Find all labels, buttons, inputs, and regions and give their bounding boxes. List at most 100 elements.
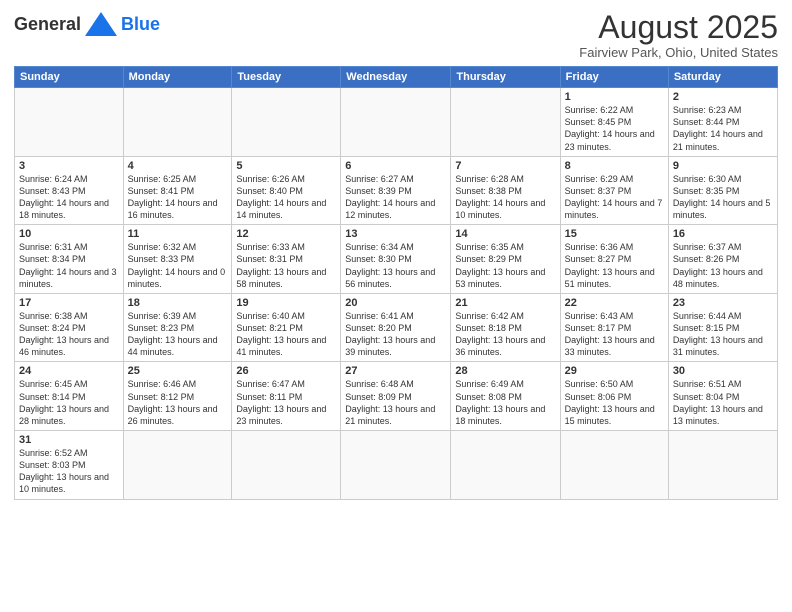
table-row — [451, 431, 560, 500]
col-friday: Friday — [560, 67, 668, 88]
day-info: Sunrise: 6:34 AM Sunset: 8:30 PM Dayligh… — [345, 241, 446, 290]
table-row: 2Sunrise: 6:23 AM Sunset: 8:44 PM Daylig… — [668, 88, 777, 157]
title-area: August 2025 Fairview Park, Ohio, United … — [579, 10, 778, 60]
day-info: Sunrise: 6:40 AM Sunset: 8:21 PM Dayligh… — [236, 310, 336, 359]
day-info: Sunrise: 6:26 AM Sunset: 8:40 PM Dayligh… — [236, 173, 336, 222]
day-info: Sunrise: 6:50 AM Sunset: 8:06 PM Dayligh… — [565, 378, 664, 427]
table-row: 25Sunrise: 6:46 AM Sunset: 8:12 PM Dayli… — [123, 362, 232, 431]
day-info: Sunrise: 6:33 AM Sunset: 8:31 PM Dayligh… — [236, 241, 336, 290]
table-row: 3Sunrise: 6:24 AM Sunset: 8:43 PM Daylig… — [15, 156, 124, 225]
day-number: 20 — [345, 297, 446, 309]
table-row: 29Sunrise: 6:50 AM Sunset: 8:06 PM Dayli… — [560, 362, 668, 431]
logo-general-text: General — [14, 14, 81, 35]
day-info: Sunrise: 6:37 AM Sunset: 8:26 PM Dayligh… — [673, 241, 773, 290]
table-row — [451, 88, 560, 157]
day-info: Sunrise: 6:22 AM Sunset: 8:45 PM Dayligh… — [565, 104, 664, 153]
table-row: 26Sunrise: 6:47 AM Sunset: 8:11 PM Dayli… — [232, 362, 341, 431]
day-number: 4 — [128, 160, 228, 172]
day-number: 16 — [673, 228, 773, 240]
table-row: 7Sunrise: 6:28 AM Sunset: 8:38 PM Daylig… — [451, 156, 560, 225]
day-number: 26 — [236, 365, 336, 377]
day-number: 9 — [673, 160, 773, 172]
table-row — [341, 88, 451, 157]
day-info: Sunrise: 6:30 AM Sunset: 8:35 PM Dayligh… — [673, 173, 773, 222]
col-tuesday: Tuesday — [232, 67, 341, 88]
day-number: 2 — [673, 91, 773, 103]
day-number: 19 — [236, 297, 336, 309]
day-number: 31 — [19, 434, 119, 446]
table-row: 31Sunrise: 6:52 AM Sunset: 8:03 PM Dayli… — [15, 431, 124, 500]
calendar-header-row: Sunday Monday Tuesday Wednesday Thursday… — [15, 67, 778, 88]
table-row: 30Sunrise: 6:51 AM Sunset: 8:04 PM Dayli… — [668, 362, 777, 431]
day-info: Sunrise: 6:52 AM Sunset: 8:03 PM Dayligh… — [19, 447, 119, 496]
table-row: 20Sunrise: 6:41 AM Sunset: 8:20 PM Dayli… — [341, 293, 451, 362]
table-row: 27Sunrise: 6:48 AM Sunset: 8:09 PM Dayli… — [341, 362, 451, 431]
day-info: Sunrise: 6:46 AM Sunset: 8:12 PM Dayligh… — [128, 378, 228, 427]
col-wednesday: Wednesday — [341, 67, 451, 88]
day-info: Sunrise: 6:48 AM Sunset: 8:09 PM Dayligh… — [345, 378, 446, 427]
day-number: 10 — [19, 228, 119, 240]
day-info: Sunrise: 6:42 AM Sunset: 8:18 PM Dayligh… — [455, 310, 555, 359]
logo-blue-text: Blue — [121, 14, 160, 35]
day-info: Sunrise: 6:36 AM Sunset: 8:27 PM Dayligh… — [565, 241, 664, 290]
table-row: 24Sunrise: 6:45 AM Sunset: 8:14 PM Dayli… — [15, 362, 124, 431]
table-row: 21Sunrise: 6:42 AM Sunset: 8:18 PM Dayli… — [451, 293, 560, 362]
table-row — [123, 88, 232, 157]
table-row: 10Sunrise: 6:31 AM Sunset: 8:34 PM Dayli… — [15, 225, 124, 294]
calendar: Sunday Monday Tuesday Wednesday Thursday… — [14, 66, 778, 499]
table-row: 12Sunrise: 6:33 AM Sunset: 8:31 PM Dayli… — [232, 225, 341, 294]
table-row: 6Sunrise: 6:27 AM Sunset: 8:39 PM Daylig… — [341, 156, 451, 225]
logo-icon — [83, 10, 119, 38]
table-row — [232, 431, 341, 500]
day-number: 30 — [673, 365, 773, 377]
table-row: 13Sunrise: 6:34 AM Sunset: 8:30 PM Dayli… — [341, 225, 451, 294]
day-number: 18 — [128, 297, 228, 309]
location: Fairview Park, Ohio, United States — [579, 45, 778, 60]
day-number: 23 — [673, 297, 773, 309]
table-row — [341, 431, 451, 500]
day-info: Sunrise: 6:35 AM Sunset: 8:29 PM Dayligh… — [455, 241, 555, 290]
table-row: 14Sunrise: 6:35 AM Sunset: 8:29 PM Dayli… — [451, 225, 560, 294]
table-row — [560, 431, 668, 500]
day-number: 22 — [565, 297, 664, 309]
table-row: 15Sunrise: 6:36 AM Sunset: 8:27 PM Dayli… — [560, 225, 668, 294]
day-info: Sunrise: 6:51 AM Sunset: 8:04 PM Dayligh… — [673, 378, 773, 427]
day-info: Sunrise: 6:38 AM Sunset: 8:24 PM Dayligh… — [19, 310, 119, 359]
day-info: Sunrise: 6:44 AM Sunset: 8:15 PM Dayligh… — [673, 310, 773, 359]
col-saturday: Saturday — [668, 67, 777, 88]
day-number: 21 — [455, 297, 555, 309]
day-number: 7 — [455, 160, 555, 172]
day-number: 13 — [345, 228, 446, 240]
table-row — [123, 431, 232, 500]
table-row: 22Sunrise: 6:43 AM Sunset: 8:17 PM Dayli… — [560, 293, 668, 362]
day-number: 25 — [128, 365, 228, 377]
col-monday: Monday — [123, 67, 232, 88]
day-number: 29 — [565, 365, 664, 377]
table-row: 28Sunrise: 6:49 AM Sunset: 8:08 PM Dayli… — [451, 362, 560, 431]
table-row: 19Sunrise: 6:40 AM Sunset: 8:21 PM Dayli… — [232, 293, 341, 362]
day-info: Sunrise: 6:41 AM Sunset: 8:20 PM Dayligh… — [345, 310, 446, 359]
table-row: 18Sunrise: 6:39 AM Sunset: 8:23 PM Dayli… — [123, 293, 232, 362]
day-info: Sunrise: 6:23 AM Sunset: 8:44 PM Dayligh… — [673, 104, 773, 153]
logo: General Blue — [14, 10, 160, 38]
day-number: 11 — [128, 228, 228, 240]
table-row: 16Sunrise: 6:37 AM Sunset: 8:26 PM Dayli… — [668, 225, 777, 294]
table-row — [232, 88, 341, 157]
day-number: 8 — [565, 160, 664, 172]
day-number: 15 — [565, 228, 664, 240]
col-thursday: Thursday — [451, 67, 560, 88]
day-info: Sunrise: 6:24 AM Sunset: 8:43 PM Dayligh… — [19, 173, 119, 222]
day-number: 12 — [236, 228, 336, 240]
table-row: 11Sunrise: 6:32 AM Sunset: 8:33 PM Dayli… — [123, 225, 232, 294]
table-row: 5Sunrise: 6:26 AM Sunset: 8:40 PM Daylig… — [232, 156, 341, 225]
day-info: Sunrise: 6:47 AM Sunset: 8:11 PM Dayligh… — [236, 378, 336, 427]
day-info: Sunrise: 6:32 AM Sunset: 8:33 PM Dayligh… — [128, 241, 228, 290]
day-number: 27 — [345, 365, 446, 377]
table-row: 1Sunrise: 6:22 AM Sunset: 8:45 PM Daylig… — [560, 88, 668, 157]
table-row: 9Sunrise: 6:30 AM Sunset: 8:35 PM Daylig… — [668, 156, 777, 225]
table-row — [15, 88, 124, 157]
day-info: Sunrise: 6:45 AM Sunset: 8:14 PM Dayligh… — [19, 378, 119, 427]
table-row — [668, 431, 777, 500]
table-row: 23Sunrise: 6:44 AM Sunset: 8:15 PM Dayli… — [668, 293, 777, 362]
day-number: 5 — [236, 160, 336, 172]
